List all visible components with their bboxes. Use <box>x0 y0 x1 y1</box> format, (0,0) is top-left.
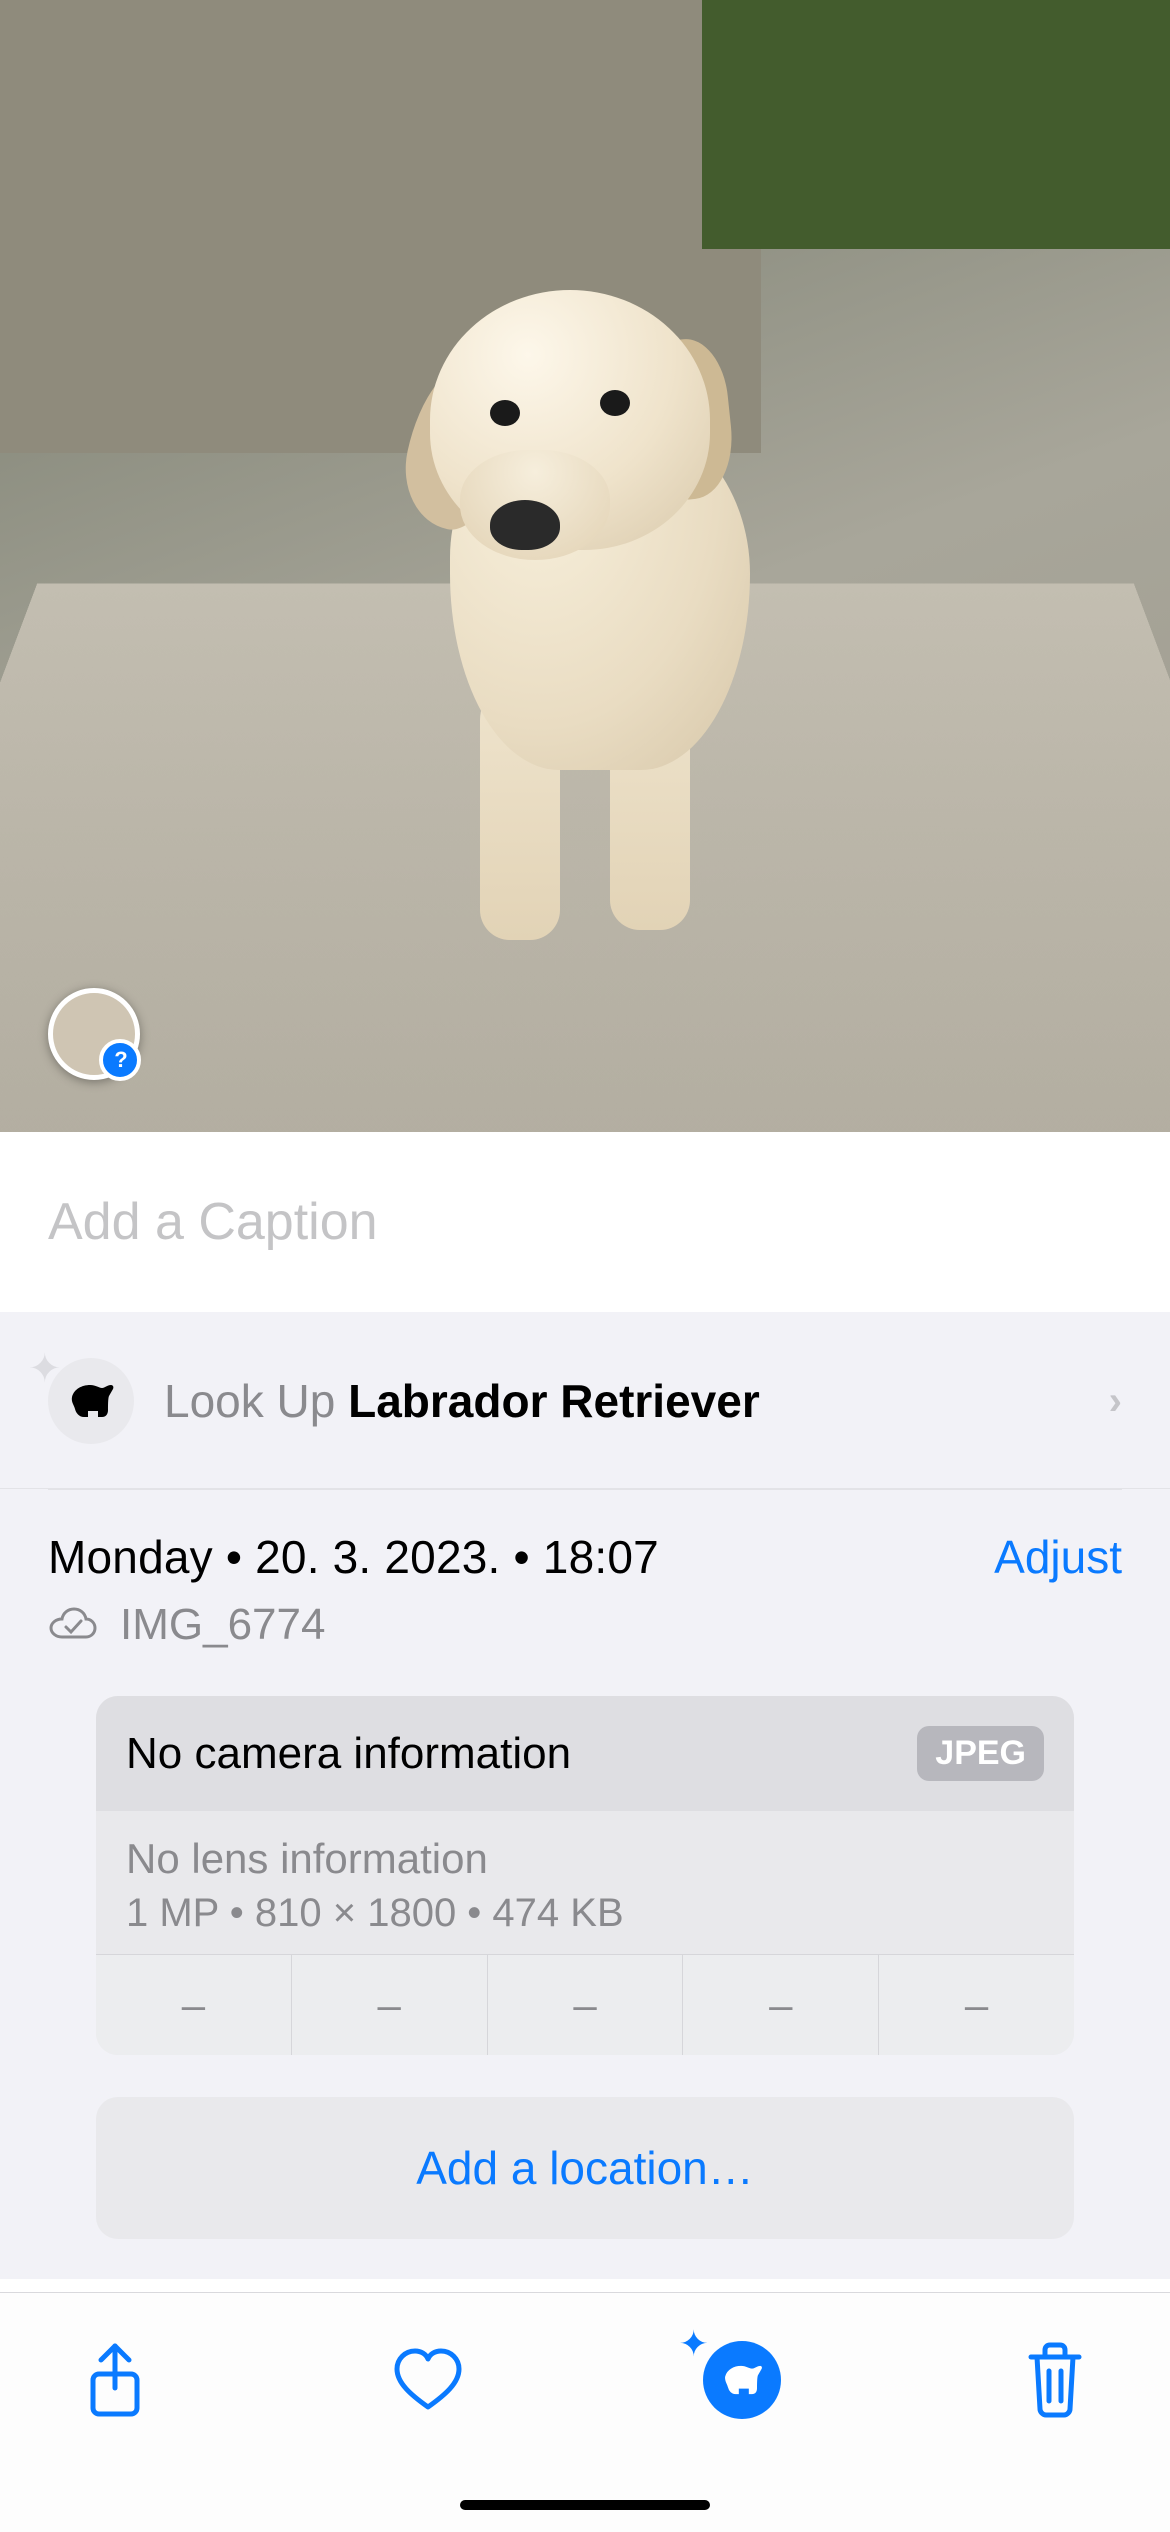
lookup-subject: Labrador Retriever <box>348 1375 760 1427</box>
lookup-prefix: Look Up <box>164 1375 348 1427</box>
filename-text: IMG_6774 <box>120 1600 325 1650</box>
camera-info-card: No camera information JPEG No lens infor… <box>96 1696 1074 2055</box>
caption-input[interactable] <box>48 1192 1122 1252</box>
exif-aperture-cell: – <box>682 1955 878 2055</box>
dog-icon <box>66 1379 116 1423</box>
megapixels-text: 1 MP <box>126 1891 219 1935</box>
date-text: 20. 3. 2023. <box>255 1531 500 1583</box>
sparkle-icon: ✦ <box>28 1346 62 1392</box>
sparkle-icon: ✦ <box>679 2323 709 2365</box>
visual-lookup-avatar: ✦ <box>48 1358 134 1444</box>
filesize-text: 474 KB <box>492 1891 623 1935</box>
photo-viewer[interactable]: ? <box>0 0 1170 1132</box>
cloud-synced-icon <box>48 1607 98 1643</box>
dog-icon <box>719 2360 765 2400</box>
photo-datetime: Monday • 20. 3. 2023. • 18:07 <box>48 1530 659 1584</box>
image-specs-text: 1 MP • 810 × 1800 • 474 KB <box>126 1891 1044 1936</box>
metadata-block: Monday • 20. 3. 2023. • 18:07 Adjust IMG… <box>0 1490 1170 2239</box>
share-icon <box>83 2340 147 2420</box>
exif-focal-cell: – <box>291 1955 487 2055</box>
info-panel: ✦ Look Up Labrador Retriever › Monday • … <box>0 1312 1170 2279</box>
add-location-button[interactable]: Add a location… <box>96 2097 1074 2239</box>
photo-subject-puppy <box>370 260 800 900</box>
dot-separator: • <box>501 1531 543 1583</box>
dot-separator: • <box>219 1891 255 1935</box>
home-indicator[interactable] <box>460 2500 710 2510</box>
visual-lookup-button[interactable]: ✦ <box>697 2335 787 2425</box>
time-text: 18:07 <box>543 1531 659 1583</box>
exif-shutter-cell: – <box>878 1955 1074 2055</box>
exif-iso-cell: – <box>96 1955 291 2055</box>
visual-lookup-row[interactable]: ✦ Look Up Labrador Retriever › <box>0 1312 1170 1489</box>
dot-separator: • <box>213 1531 255 1583</box>
exif-row: – – – – – <box>96 1954 1074 2055</box>
delete-button[interactable] <box>1010 2335 1100 2425</box>
trash-icon <box>1023 2341 1087 2419</box>
chevron-right-icon: › <box>1109 1379 1122 1424</box>
question-badge-icon: ? <box>104 1043 138 1077</box>
favorite-button[interactable] <box>383 2335 473 2425</box>
format-badge: JPEG <box>917 1726 1044 1781</box>
caption-section <box>0 1132 1170 1312</box>
bottom-toolbar: ✦ <box>0 2292 1170 2532</box>
lens-info-text: No lens information <box>126 1835 1044 1883</box>
visual-lookup-label: Look Up Labrador Retriever <box>164 1374 1079 1428</box>
exif-ev-cell: – <box>487 1955 683 2055</box>
camera-info-text: No camera information <box>126 1729 571 1779</box>
adjust-button[interactable]: Adjust <box>994 1530 1122 1584</box>
weekday-text: Monday <box>48 1531 213 1583</box>
dimensions-text: 810 × 1800 <box>255 1891 456 1935</box>
visual-lookup-subject-badge[interactable]: ? <box>48 988 140 1080</box>
dot-separator: • <box>456 1891 492 1935</box>
photo-bg-grass <box>702 0 1170 249</box>
share-button[interactable] <box>70 2335 160 2425</box>
heart-icon <box>391 2347 465 2413</box>
